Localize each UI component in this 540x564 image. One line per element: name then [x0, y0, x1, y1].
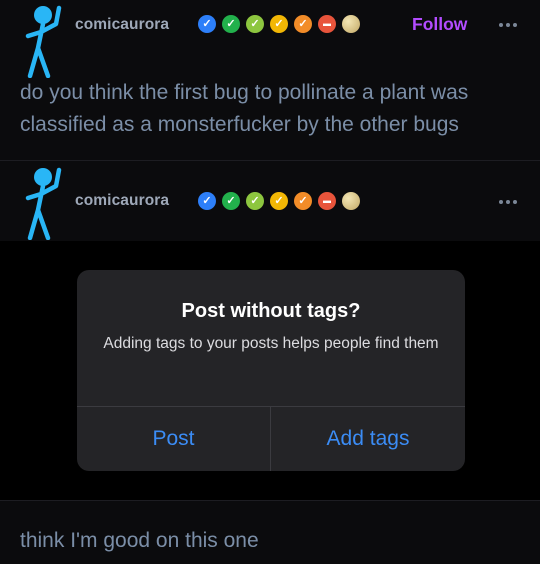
verified-check-icon: ✓ — [198, 15, 216, 33]
moon-icon — [342, 15, 360, 33]
ticket-badge-icon: ▬ — [318, 15, 336, 33]
add-tags-button[interactable]: Add tags — [271, 407, 465, 471]
post-button[interactable]: Post — [77, 407, 270, 471]
verified-check-icon: ✓ — [246, 15, 264, 33]
verified-check-icon: ✓ — [294, 15, 312, 33]
reply-text: think I'm good on this one — [20, 529, 259, 552]
dialog-title: Post without tags? — [181, 300, 361, 322]
avatar[interactable] — [22, 164, 66, 240]
verified-check-icon: ✓ — [270, 192, 288, 210]
avatar[interactable] — [22, 2, 66, 78]
post-without-tags-dialog: Post without tags? Adding tags to your p… — [77, 270, 465, 471]
dialog-message: Adding tags to your posts helps people f… — [103, 335, 439, 352]
verified-check-icon: ✓ — [222, 192, 240, 210]
badge-row: ✓ ✓ ✓ ✓ ✓ ▬ — [198, 15, 360, 33]
verified-check-icon: ✓ — [222, 15, 240, 33]
username[interactable]: comicaurora — [75, 192, 169, 210]
post-text: do you think the first bug to pollinate … — [20, 81, 469, 136]
verified-check-icon: ✓ — [270, 15, 288, 33]
verified-check-icon: ✓ — [246, 192, 264, 210]
verified-check-icon: ✓ — [198, 192, 216, 210]
moon-icon — [342, 192, 360, 210]
follow-button[interactable]: Follow — [412, 14, 467, 35]
more-options-icon[interactable] — [499, 23, 517, 27]
ticket-badge-icon: ▬ — [318, 192, 336, 210]
username[interactable]: comicaurora — [75, 16, 169, 34]
more-options-icon[interactable] — [499, 200, 517, 204]
badge-row: ✓ ✓ ✓ ✓ ✓ ▬ — [198, 192, 360, 210]
verified-check-icon: ✓ — [294, 192, 312, 210]
